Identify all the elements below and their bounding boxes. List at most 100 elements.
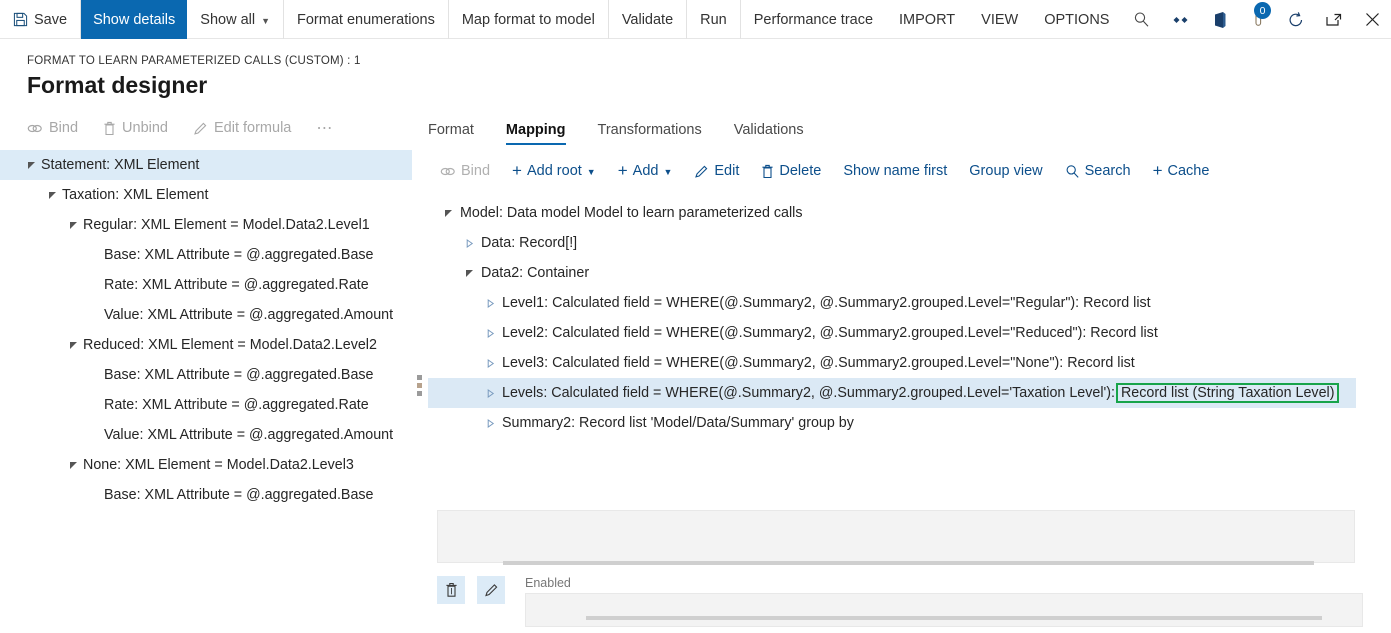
collapse-triangle-icon[interactable] [48, 190, 62, 200]
chevron-down-icon[interactable]: ▼ [663, 167, 672, 177]
tab-label: Transformations [597, 122, 702, 138]
mapping-command-label: Edit [714, 163, 740, 179]
format-tree-row[interactable]: Rate: XML Attribute = @.aggregated.Rate [0, 270, 412, 300]
mapping-tree[interactable]: Model: Data model Model to learn paramet… [428, 198, 1391, 443]
mapping-bind-button[interactable]: Bind [440, 163, 490, 179]
format-tree-row[interactable]: Statement: XML Element [0, 150, 412, 180]
format-bind-label: Bind [49, 120, 79, 136]
view-menu[interactable]: VIEW [968, 0, 1031, 39]
expand-triangle-icon[interactable] [486, 298, 502, 308]
condition-row: Enabled [437, 576, 1363, 627]
mapping-edit-button[interactable]: Edit [694, 163, 739, 179]
mapping-delete-button[interactable]: Delete [761, 163, 821, 179]
format-tree-row[interactable]: Taxation: XML Element [0, 180, 412, 210]
format-enumerations-button[interactable]: Format enumerations [283, 0, 448, 39]
format-tree[interactable]: Statement: XML Element Taxation: XML Elem… [0, 150, 412, 530]
tab-mapping[interactable]: Mapping [505, 122, 584, 145]
delete-condition-button[interactable] [437, 576, 465, 604]
format-tree-row-label: Value: XML Attribute = @.aggregated.Amou… [104, 307, 394, 323]
tab-validations[interactable]: Validations [734, 122, 822, 145]
mapping-tree-row[interactable]: Data: Record[!] [428, 228, 1391, 258]
office-icon[interactable] [1201, 0, 1239, 39]
format-bind-button[interactable]: Bind [27, 120, 91, 136]
detail-tabs[interactable]: Format Mapping Transformations Validations [428, 113, 836, 145]
save-button[interactable]: Save [0, 0, 80, 39]
mapping-tree-row-label: Data2: Container [481, 265, 590, 281]
panel-splitter[interactable] [413, 150, 427, 530]
tab-format[interactable]: Format [428, 122, 492, 145]
formula-scrollbar[interactable] [503, 561, 1314, 565]
popout-icon[interactable] [1315, 0, 1353, 39]
collapse-triangle-icon[interactable] [27, 160, 41, 170]
diamonds-icon[interactable] [1163, 0, 1201, 39]
trash-icon [103, 121, 116, 136]
validate-button[interactable]: Validate [607, 0, 686, 39]
show-all-dropdown[interactable]: Show all ▼ [187, 0, 283, 39]
expand-triangle-icon[interactable] [486, 328, 502, 338]
format-tree-row[interactable]: Regular: XML Element = Model.Data2.Level… [0, 210, 412, 240]
show-details-button[interactable]: Show details [80, 0, 188, 39]
format-tree-row[interactable]: Value: XML Attribute = @.aggregated.Amou… [0, 300, 412, 330]
validate-label: Validate [621, 11, 674, 28]
format-tree-row[interactable]: Base: XML Attribute = @.aggregated.Base [0, 480, 412, 510]
import-menu[interactable]: IMPORT [886, 0, 968, 39]
collapse-triangle-icon[interactable] [465, 269, 481, 278]
formula-display-box[interactable] [437, 510, 1355, 565]
mapping-tree-row-label: Summary2: Record list 'Model/Data/Summar… [502, 415, 854, 431]
splitter-handle[interactable] [417, 375, 422, 396]
mapping-tree-row-label: Levels: Calculated field = WHERE(@.Summa… [502, 385, 1115, 401]
expand-triangle-icon[interactable] [486, 388, 502, 398]
format-tree-row[interactable]: Reduced: XML Element = Model.Data2.Level… [0, 330, 412, 360]
run-button[interactable]: Run [686, 0, 740, 39]
format-unbind-button[interactable]: Unbind [103, 120, 181, 136]
pencil-icon [193, 121, 208, 136]
format-tree-row[interactable]: Base: XML Attribute = @.aggregated.Base [0, 360, 412, 390]
link-icon [440, 165, 456, 178]
mapping-show-name-first-button[interactable]: Show name first [843, 163, 947, 179]
mapping-add-root-button[interactable]: + Add root ▼ [512, 162, 596, 180]
expand-triangle-icon[interactable] [465, 238, 481, 248]
mapping-search-button[interactable]: Search [1065, 163, 1131, 179]
edit-condition-button[interactable] [477, 576, 505, 604]
show-all-label: Show all [200, 11, 256, 28]
mapping-add-button[interactable]: + Add ▼ [618, 162, 673, 180]
expand-triangle-icon[interactable] [486, 358, 502, 368]
refresh-icon[interactable] [1277, 0, 1315, 39]
map-format-to-model-button[interactable]: Map format to model [447, 0, 608, 39]
search-icon[interactable] [1122, 0, 1160, 39]
format-tree-row[interactable]: Base: XML Attribute = @.aggregated.Base [0, 240, 412, 270]
format-more-button[interactable]: ⋯ [316, 118, 346, 138]
mapping-tree-row[interactable]: Levels: Calculated field = WHERE(@.Summa… [428, 378, 1356, 408]
chevron-down-icon[interactable]: ▼ [587, 167, 596, 177]
mapping-tree-row[interactable]: Data2: Container [428, 258, 1391, 288]
pencil-icon [694, 164, 709, 179]
format-tree-row[interactable]: Value: XML Attribute = @.aggregated.Amou… [0, 420, 412, 450]
mapping-command-label: Bind [461, 163, 491, 179]
mapping-tree-row[interactable]: Model: Data model Model to learn paramet… [428, 198, 1391, 228]
mapping-tree-row[interactable]: Summary2: Record list 'Model/Data/Summar… [428, 408, 1391, 438]
collapse-triangle-icon[interactable] [69, 340, 83, 350]
tab-transformations[interactable]: Transformations [598, 122, 720, 145]
mapping-group-view-button[interactable]: Group view [969, 163, 1042, 179]
run-label: Run [700, 11, 727, 28]
expand-triangle-icon[interactable] [486, 418, 502, 428]
enabled-input[interactable] [525, 593, 1363, 627]
notifications-icon[interactable]: 0 [1239, 0, 1277, 39]
mapping-tree-row[interactable]: Level2: Calculated field = WHERE(@.Summa… [428, 318, 1391, 348]
performance-trace-button[interactable]: Performance trace [739, 0, 886, 39]
options-menu[interactable]: OPTIONS [1031, 0, 1122, 39]
format-tree-row[interactable]: None: XML Element = Model.Data2.Level3 [0, 450, 412, 480]
collapse-triangle-icon[interactable] [444, 209, 460, 218]
collapse-triangle-icon[interactable] [69, 220, 83, 230]
mapping-tree-row[interactable]: Level3: Calculated field = WHERE(@.Summa… [428, 348, 1391, 378]
collapse-triangle-icon[interactable] [69, 460, 83, 470]
enabled-scrollbar[interactable] [586, 616, 1322, 620]
format-tree-row[interactable]: Rate: XML Attribute = @.aggregated.Rate [0, 390, 412, 420]
close-icon[interactable] [1353, 0, 1391, 39]
highlighted-type-annotation: Record list (String Taxation Level) [1115, 382, 1340, 404]
mapping-cache-button[interactable]: + Cache [1153, 162, 1210, 180]
mapping-tree-row[interactable]: Level1: Calculated field = WHERE(@.Summa… [428, 288, 1391, 318]
format-edit-formula-button[interactable]: Edit formula [193, 120, 304, 136]
mapping-tree-row-label: Level2: Calculated field = WHERE(@.Summa… [502, 325, 1158, 341]
format-tree-row-label: Rate: XML Attribute = @.aggregated.Rate [104, 277, 369, 293]
